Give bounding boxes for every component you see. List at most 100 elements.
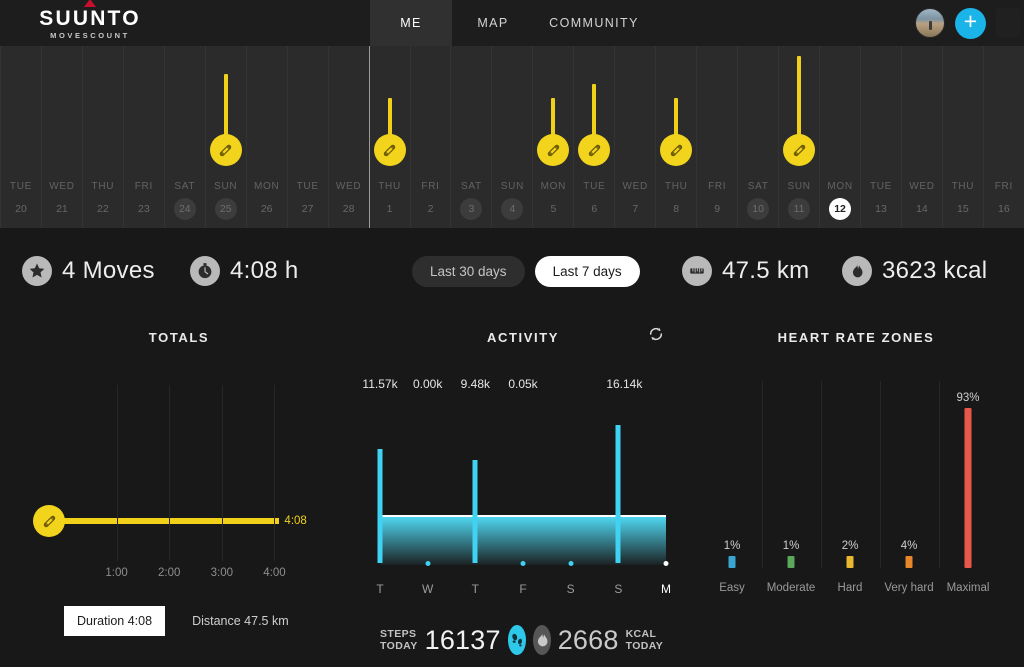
calendar-day-number: 4 [492, 198, 532, 220]
heart-rate-zone-percent: 1% [702, 540, 762, 552]
calendar-day-dow: THU [83, 181, 123, 192]
calendar-day-15[interactable]: THU15 [942, 46, 983, 228]
shoe-icon[interactable] [537, 134, 569, 166]
calendar-day-number: 7 [615, 198, 655, 220]
calendar-day-dow: FRI [697, 181, 737, 192]
calendar-day-24[interactable]: SAT 24 [164, 46, 205, 228]
calendar-day-10[interactable]: SAT10 [737, 46, 778, 228]
shoe-icon[interactable] [660, 134, 692, 166]
calendar-day-dow: SAT [165, 181, 205, 192]
calendar-day-2[interactable]: FRI2 [410, 46, 451, 228]
legend-duration[interactable]: Duration 4:08 [64, 606, 165, 636]
totals-gridline [222, 385, 223, 561]
activity-point [664, 561, 669, 566]
activity-day-label: T [376, 582, 383, 596]
activity-panel: ACTIVITY 11.57k0.00k9.48k0.05k16.14k TWT… [358, 330, 688, 600]
stat-calories: 3623 kcal [842, 256, 987, 286]
tab-me[interactable]: ME [370, 0, 452, 46]
calendar-day-bar [551, 98, 555, 136]
calendar-day-number: 16 [984, 198, 1024, 220]
calendar-day-16[interactable]: FRI16 [983, 46, 1024, 228]
totals-gridline [169, 385, 170, 561]
calendar-day-dow: FRI [124, 181, 164, 192]
calendar-day-number: 24 [165, 198, 205, 220]
shoe-icon[interactable] [374, 134, 406, 166]
calendar-day-number: 9 [697, 198, 737, 220]
tab-community[interactable]: COMMUNITY [534, 0, 654, 46]
main-nav: ME MAP COMMUNITY [370, 0, 654, 46]
calendar-day-dow: SAT [738, 181, 778, 192]
calendar-day-dow: TUE [861, 181, 901, 192]
range-last-7-days[interactable]: Last 7 days [535, 256, 640, 287]
calendar-day-25[interactable]: SUN25 [205, 46, 246, 228]
calendar-day-number: 23 [124, 198, 164, 220]
calendar-day-11[interactable]: SUN11 [778, 46, 819, 228]
stopwatch-icon [190, 256, 220, 286]
star-icon [22, 256, 52, 286]
calendar-day-21[interactable]: WED21 [41, 46, 82, 228]
calendar-day-number: 8 [656, 198, 696, 220]
calendar-day-dow: MON [247, 181, 287, 192]
calendar-day-13[interactable]: TUE13 [860, 46, 901, 228]
activity-point [425, 561, 430, 566]
range-last-30-days[interactable]: Last 30 days [412, 256, 525, 287]
activity-point [568, 561, 573, 566]
legend-distance[interactable]: Distance 47.5 km [179, 606, 302, 636]
shoe-icon [33, 505, 65, 537]
movescount-dashboard: SUUNTO MOVESCOUNT ME MAP COMMUNITY + TUE… [0, 0, 1024, 667]
calendar-day-27[interactable]: TUE27 [287, 46, 328, 228]
heart-rate-chart: 1%Easy1%Moderate2%Hard4%Very hard93%Maxi… [688, 377, 1024, 602]
tab-map[interactable]: MAP [452, 0, 534, 46]
avatar[interactable] [915, 8, 945, 38]
calendar-day-3[interactable]: SAT3 [450, 46, 491, 228]
calendar-day-8[interactable]: THU8 [655, 46, 696, 228]
calendar-day-number: 12 [820, 198, 860, 220]
stat-moves: 4 Moves [22, 256, 155, 286]
calendar-strip[interactable]: TUE20WED21THU22FRI23SAT24SUN25MON26TUE27… [0, 46, 1024, 228]
activity-value-label: 0.05k [508, 377, 537, 391]
calendar-day-7[interactable]: WED7 [614, 46, 655, 228]
heart-rate-zone-hard: 2% [820, 534, 880, 568]
app-header: SUUNTO MOVESCOUNT ME MAP COMMUNITY + [0, 0, 1024, 46]
calendar-day-9[interactable]: FRI 9 [696, 46, 737, 228]
calendar-day-number: 1 [370, 198, 410, 220]
refresh-icon[interactable] [648, 326, 670, 348]
heart-rate-zone-bar [729, 556, 736, 568]
calendar-day-28[interactable]: WED28 [328, 46, 369, 228]
heart-rate-zone-bar [847, 556, 854, 568]
calendar-day-23[interactable]: FRI 23 [123, 46, 164, 228]
header-overflow-button[interactable] [996, 8, 1020, 38]
flame-icon-footer [533, 625, 551, 655]
totals-panel: TOTALS 4:08 1:002:003:004:00 Duration 4:… [0, 330, 358, 587]
stat-calories-value: 3623 kcal [882, 257, 987, 285]
calendar-day-26[interactable]: MON26 [246, 46, 287, 228]
activity-chart [358, 417, 688, 582]
calendar-day-14[interactable]: WED14 [901, 46, 942, 228]
shoe-icon[interactable] [210, 134, 242, 166]
steps-label-line1: STEPS [380, 628, 418, 640]
steps-label: STEPS TODAY [380, 628, 418, 652]
calendar-day-12[interactable]: MON12 [819, 46, 860, 228]
add-move-button[interactable]: + [955, 8, 986, 39]
calendar-day-6[interactable]: TUE6 [573, 46, 614, 228]
activity-value-labels: 11.57k0.00k9.48k0.05k16.14k [358, 377, 688, 397]
calendar-day-bar [592, 84, 596, 136]
header-actions: + [915, 0, 1024, 46]
calendar-day-number: 21 [42, 198, 82, 220]
steps-value: 16137 [425, 625, 501, 656]
calendar-day-5[interactable]: MON5 [532, 46, 573, 228]
activity-day-label: S [614, 582, 622, 596]
calendar-day-20[interactable]: TUE 20 [0, 46, 41, 228]
shoe-icon[interactable] [578, 134, 610, 166]
calendar-day-1[interactable]: THU1 [369, 46, 410, 228]
calendar-day-bar [388, 98, 392, 136]
shoe-icon[interactable] [783, 134, 815, 166]
calendar-day-4[interactable]: SUN4 [491, 46, 532, 228]
calendar-day-dow: WED [902, 181, 942, 192]
stat-duration: 4:08 h [190, 256, 299, 286]
brand-logo[interactable]: SUUNTO MOVESCOUNT [0, 0, 180, 46]
kcal-label-line1: KCAL [626, 628, 664, 640]
calendar-day-dow: TUE [1, 181, 41, 192]
calendar-day-22[interactable]: THU22 [82, 46, 123, 228]
calendar-day-number: 20 [1, 198, 41, 220]
